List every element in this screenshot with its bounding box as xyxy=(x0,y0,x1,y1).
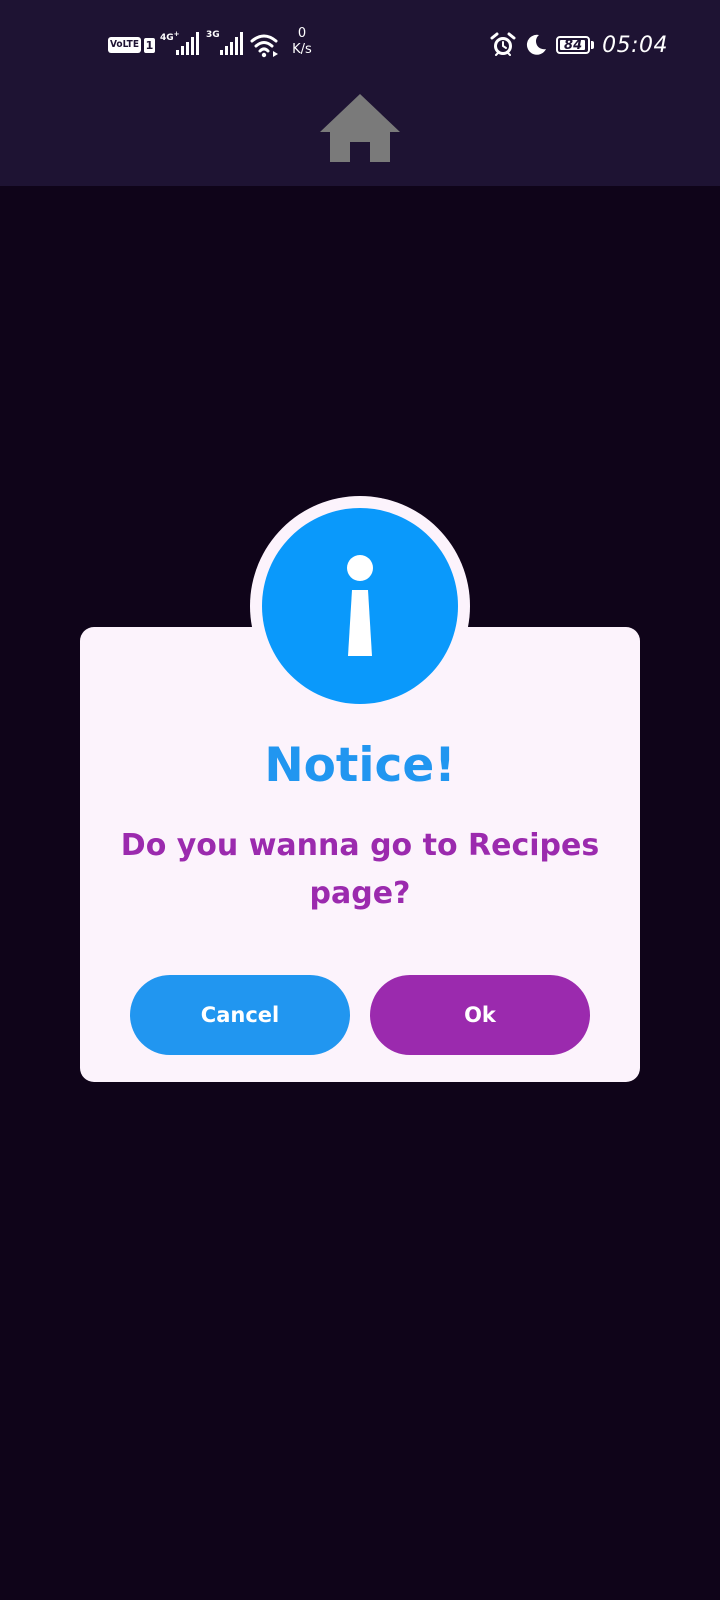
network-type-4g: 4G+ xyxy=(160,30,180,43)
cancel-button-label: Cancel xyxy=(200,1003,280,1027)
volte-badge: VoLTE xyxy=(108,37,141,53)
info-icon xyxy=(262,508,458,704)
speed-unit: K/s xyxy=(292,42,312,57)
volte-indicator: VoLTE 1 xyxy=(108,36,155,54)
cancel-button[interactable]: Cancel xyxy=(130,975,350,1055)
status-bar: VoLTE 1 4G+ 3G 0 K/s 84 05:04 xyxy=(0,0,720,90)
top-bar: VoLTE 1 4G+ 3G 0 K/s 84 05:04 xyxy=(0,0,720,186)
speed-value: 0 xyxy=(297,26,307,41)
network-type-3g: 3G xyxy=(206,30,220,40)
battery-tip xyxy=(591,41,595,49)
ok-button-label: Ok xyxy=(464,1003,496,1027)
battery-level: 84 xyxy=(564,37,583,53)
dialog-title: Notice! xyxy=(264,738,456,793)
wifi-icon xyxy=(250,34,278,58)
battery-icon: 84 xyxy=(556,36,591,54)
moon-icon xyxy=(527,34,547,55)
dialog-message: Do you wanna go to Recipes page? xyxy=(120,828,600,911)
ok-button[interactable]: Ok xyxy=(370,975,590,1055)
signal-4g-icon: 4G+ xyxy=(160,30,202,58)
signal-3g-icon: 3G xyxy=(206,30,246,58)
home-icon[interactable] xyxy=(318,92,402,164)
alarm-icon xyxy=(490,32,516,56)
network-speed: 0 K/s xyxy=(286,26,318,58)
sim-badge: 1 xyxy=(143,37,155,53)
status-right-group: 84 05:04 xyxy=(490,32,668,58)
clock: 05:04 xyxy=(602,32,668,58)
